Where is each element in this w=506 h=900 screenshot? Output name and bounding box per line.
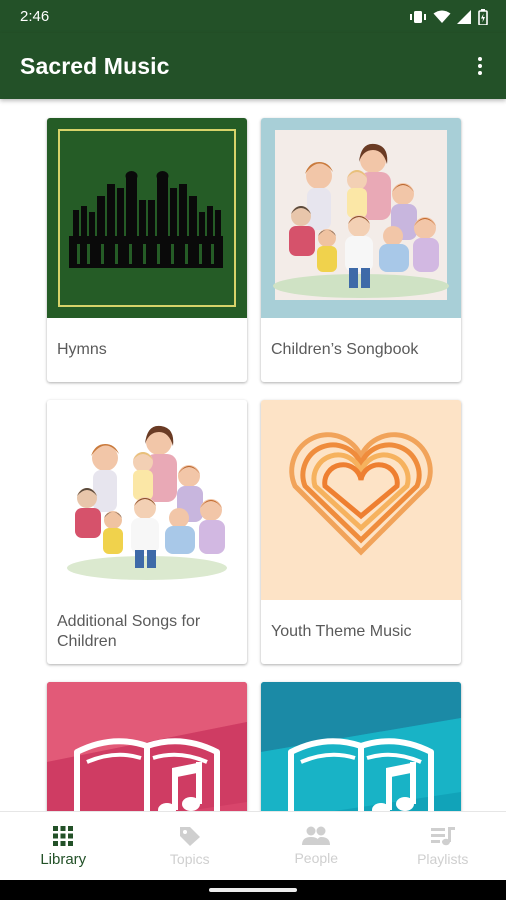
nav-label-playlists: Playlists <box>417 851 469 867</box>
app-bar: Sacred Music <box>0 33 506 99</box>
library-card-item-6[interactable] <box>261 682 461 811</box>
tag-icon <box>179 827 200 846</box>
playlist-icon <box>430 827 455 846</box>
library-grid: Hymns Children’s Songbook Additional Son… <box>0 99 506 811</box>
nav-item-playlists[interactable]: Playlists <box>380 812 506 880</box>
library-card-label: Hymns <box>57 341 107 358</box>
nav-item-people[interactable]: People <box>253 812 380 880</box>
library-card-childrens-songbook[interactable]: Children’s Songbook <box>261 118 461 382</box>
more-vert-icon[interactable] <box>468 48 492 84</box>
nav-label-topics: Topics <box>169 851 210 867</box>
open-book-music-note-art <box>261 682 461 811</box>
library-card-hymns[interactable]: Hymns <box>47 118 247 382</box>
open-book-music-note-art <box>47 682 247 811</box>
library-card-additional-songs[interactable]: Additional Songs for Children <box>47 400 247 664</box>
gesture-bar <box>0 880 506 900</box>
children-illustration-art <box>261 118 461 318</box>
people-icon <box>302 826 331 845</box>
library-card-label: Additional Songs for Children <box>57 613 201 650</box>
nav-label-people: People <box>294 850 339 866</box>
status-time: 2:46 <box>20 8 50 25</box>
nav-label-library: Library <box>40 850 87 868</box>
library-card-item-5[interactable] <box>47 682 247 811</box>
library-card-label: Children’s Songbook <box>271 341 419 358</box>
nav-item-topics[interactable]: Topics <box>127 812 254 880</box>
library-card-label: Youth Theme Music <box>271 623 412 640</box>
signal-icon <box>457 9 471 24</box>
vibrate-icon <box>410 10 426 23</box>
wifi-icon <box>433 10 451 23</box>
app-title: Sacred Music <box>20 52 170 79</box>
battery-icon <box>478 8 488 25</box>
bottom-nav: Library Topics People Playlists <box>0 811 506 880</box>
status-bar: 2:46 <box>0 0 506 33</box>
organ-pipes-art <box>47 118 247 318</box>
home-gesture-handle[interactable] <box>209 888 297 892</box>
heart-lines-art <box>261 400 461 600</box>
children-illustration-art <box>47 400 247 600</box>
grid-icon <box>53 825 74 846</box>
nav-item-library[interactable]: Library <box>0 812 127 880</box>
library-card-youth-theme-music[interactable]: Youth Theme Music <box>261 400 461 664</box>
status-icons <box>409 8 488 25</box>
